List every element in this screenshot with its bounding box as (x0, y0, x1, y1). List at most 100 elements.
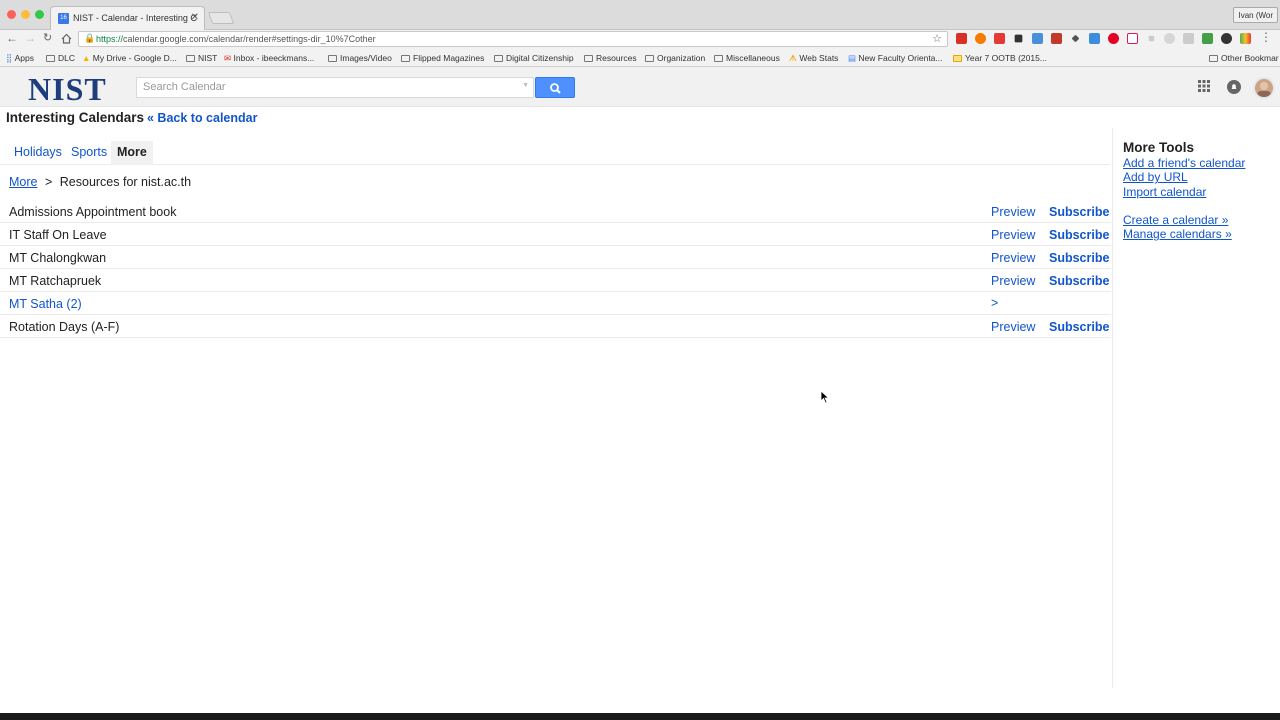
close-tab-icon[interactable]: ✕ (191, 12, 199, 23)
more-tools-panel: More Tools Add a friend's calendar Add b… (1123, 140, 1245, 241)
extension-grey-icon[interactable] (1164, 33, 1175, 44)
extension-multicolor-icon[interactable] (1240, 33, 1251, 44)
preview-link[interactable]: Preview (991, 228, 1035, 242)
extension-gift-icon[interactable] (1051, 33, 1062, 44)
folder-icon (584, 55, 593, 62)
calendar-name: MT Chalongkwan (9, 251, 107, 265)
bookmark-organization[interactable]: Organization (645, 53, 705, 63)
calendar-row: Admissions Appointment book Preview Subs… (0, 200, 1111, 223)
maximize-window-button[interactable] (35, 10, 44, 19)
search-placeholder: Search Calendar (143, 81, 226, 93)
address-bar[interactable]: 🔒 https://calendar.google.com/calendar/r… (78, 31, 948, 47)
search-input[interactable]: Search Calendar ▼ (136, 77, 534, 98)
subscribe-link[interactable]: Subscribe (1049, 205, 1109, 219)
expand-arrow-icon[interactable]: > (991, 296, 998, 310)
home-icon[interactable] (61, 33, 72, 44)
extension-cloud-icon[interactable] (1183, 33, 1194, 44)
tab-holidays[interactable]: Holidays (8, 141, 68, 165)
calendar-name: Rotation Days (A-F) (9, 320, 120, 334)
subscribe-link[interactable]: Subscribe (1049, 320, 1109, 334)
notifications-icon[interactable] (1227, 80, 1241, 94)
extension-blue-icon[interactable] (1032, 33, 1043, 44)
bookmark-miscellaneous[interactable]: Miscellaneous (714, 53, 780, 63)
bookmark-my-drive[interactable]: ▲ My Drive - Google D... (82, 53, 177, 63)
browser-titlebar: 16 NIST - Calendar - Interesting C ✕ Iva… (0, 0, 1280, 30)
profile-button[interactable]: Ivan (Wor (1233, 7, 1278, 23)
subscribe-link[interactable]: Subscribe (1049, 251, 1109, 265)
bookmark-dlc[interactable]: DLC (46, 53, 75, 63)
search-button[interactable] (535, 77, 575, 98)
nist-logo[interactable]: NIST (28, 71, 107, 108)
extension-edit-icon[interactable] (1089, 33, 1100, 44)
calendar-name: IT Staff On Leave (9, 228, 107, 242)
subscribe-link[interactable]: Subscribe (1049, 228, 1109, 242)
folder-icon (645, 55, 654, 62)
apps-grid-icon: ⣿ (6, 53, 13, 63)
drive-icon: ▲ (82, 53, 91, 63)
subscribe-link[interactable]: Subscribe (1049, 274, 1109, 288)
avatar[interactable] (1253, 77, 1275, 99)
back-to-calendar-link[interactable]: « Back to calendar (147, 111, 257, 125)
preview-link[interactable]: Preview (991, 274, 1035, 288)
breadcrumb-separator: > (44, 175, 53, 189)
bookmark-flipped-magazines[interactable]: Flipped Magazines (401, 53, 484, 63)
breadcrumb-more-link[interactable]: More (9, 175, 37, 189)
bookmark-inbox[interactable]: ✉ Inbox - ibeeckmans... (224, 53, 314, 64)
create-calendar-link[interactable]: Create a calendar » (1123, 213, 1245, 227)
close-window-button[interactable] (7, 10, 16, 19)
add-friend-calendar-link[interactable]: Add a friend's calendar (1123, 156, 1245, 170)
extension-black-icon[interactable] (1221, 33, 1232, 44)
extension-record-icon[interactable] (1127, 33, 1138, 44)
search-icon (550, 83, 561, 94)
extension-pen-icon[interactable] (1071, 34, 1080, 43)
browser-tab[interactable]: 16 NIST - Calendar - Interesting C ✕ (50, 6, 205, 30)
back-arrow-icon[interactable]: ← (6, 31, 18, 45)
extension-calendar-icon[interactable] (956, 33, 967, 44)
folder-icon (401, 55, 410, 62)
mouse-cursor-icon (820, 390, 830, 404)
preview-link[interactable]: Preview (991, 205, 1035, 219)
calendar-favicon-icon: 16 (58, 13, 69, 24)
manage-calendars-link[interactable]: Manage calendars » (1123, 227, 1245, 241)
bookmark-web-stats[interactable]: ᗑ Web Stats (789, 53, 838, 64)
import-calendar-link[interactable]: Import calendar (1123, 185, 1245, 199)
bookmark-apps[interactable]: ⣿ Apps (6, 53, 34, 64)
extension-green-icon[interactable] (1202, 33, 1213, 44)
calendar-row: Rotation Days (A-F) Preview Subscribe (0, 315, 1111, 338)
extension-dark-icon[interactable] (1014, 34, 1023, 43)
search-options-icon[interactable]: ▼ (522, 82, 529, 89)
bookmark-resources[interactable]: Resources (584, 53, 637, 63)
url-text: calendar.google.com/calendar/render#sett… (123, 34, 376, 44)
extension-orange-icon[interactable] (975, 33, 986, 44)
tab-sports[interactable]: Sports (65, 141, 113, 165)
apps-grid-icon[interactable] (1198, 80, 1210, 92)
bookmark-year7[interactable]: Year 7 OOTB (2015... (953, 53, 1047, 63)
folder-icon (1209, 55, 1218, 62)
add-by-url-link[interactable]: Add by URL (1123, 170, 1245, 184)
extension-dot-icon[interactable] (1148, 35, 1155, 42)
new-tab-button[interactable] (207, 12, 235, 24)
calendar-folder-row[interactable]: MT Satha (2) > (0, 292, 1111, 315)
reload-icon[interactable]: ↻ (43, 31, 52, 44)
preview-link[interactable]: Preview (991, 251, 1035, 265)
bookmark-images-video[interactable]: Images/Video (328, 53, 392, 63)
calendar-row: MT Chalongkwan Preview Subscribe (0, 246, 1111, 269)
minimize-window-button[interactable] (21, 10, 30, 19)
bookmark-nist[interactable]: NIST (186, 53, 217, 63)
folder-icon (953, 55, 962, 62)
forward-arrow-icon[interactable]: → (24, 31, 36, 45)
calendar-name: Admissions Appointment book (9, 205, 177, 219)
tab-more[interactable]: More (111, 141, 153, 165)
calendar-list: Admissions Appointment book Preview Subs… (0, 200, 1111, 338)
bookmark-digital-citizenship[interactable]: Digital Citizenship (494, 53, 574, 63)
bookmark-new-faculty[interactable]: ▤ New Faculty Orienta... (848, 53, 943, 64)
pinterest-icon[interactable] (1108, 33, 1119, 44)
doc-icon: ▤ (848, 53, 857, 63)
bookmark-other[interactable]: Other Bookmar (1209, 53, 1279, 63)
preview-link[interactable]: Preview (991, 320, 1035, 334)
extension-red-icon[interactable] (994, 33, 1005, 44)
bookmark-star-icon[interactable]: ☆ (932, 32, 942, 45)
calendar-folder-link[interactable]: MT Satha (2) (9, 297, 82, 311)
browser-menu-icon[interactable]: ⋮ (1260, 30, 1272, 44)
folder-icon (186, 55, 195, 62)
